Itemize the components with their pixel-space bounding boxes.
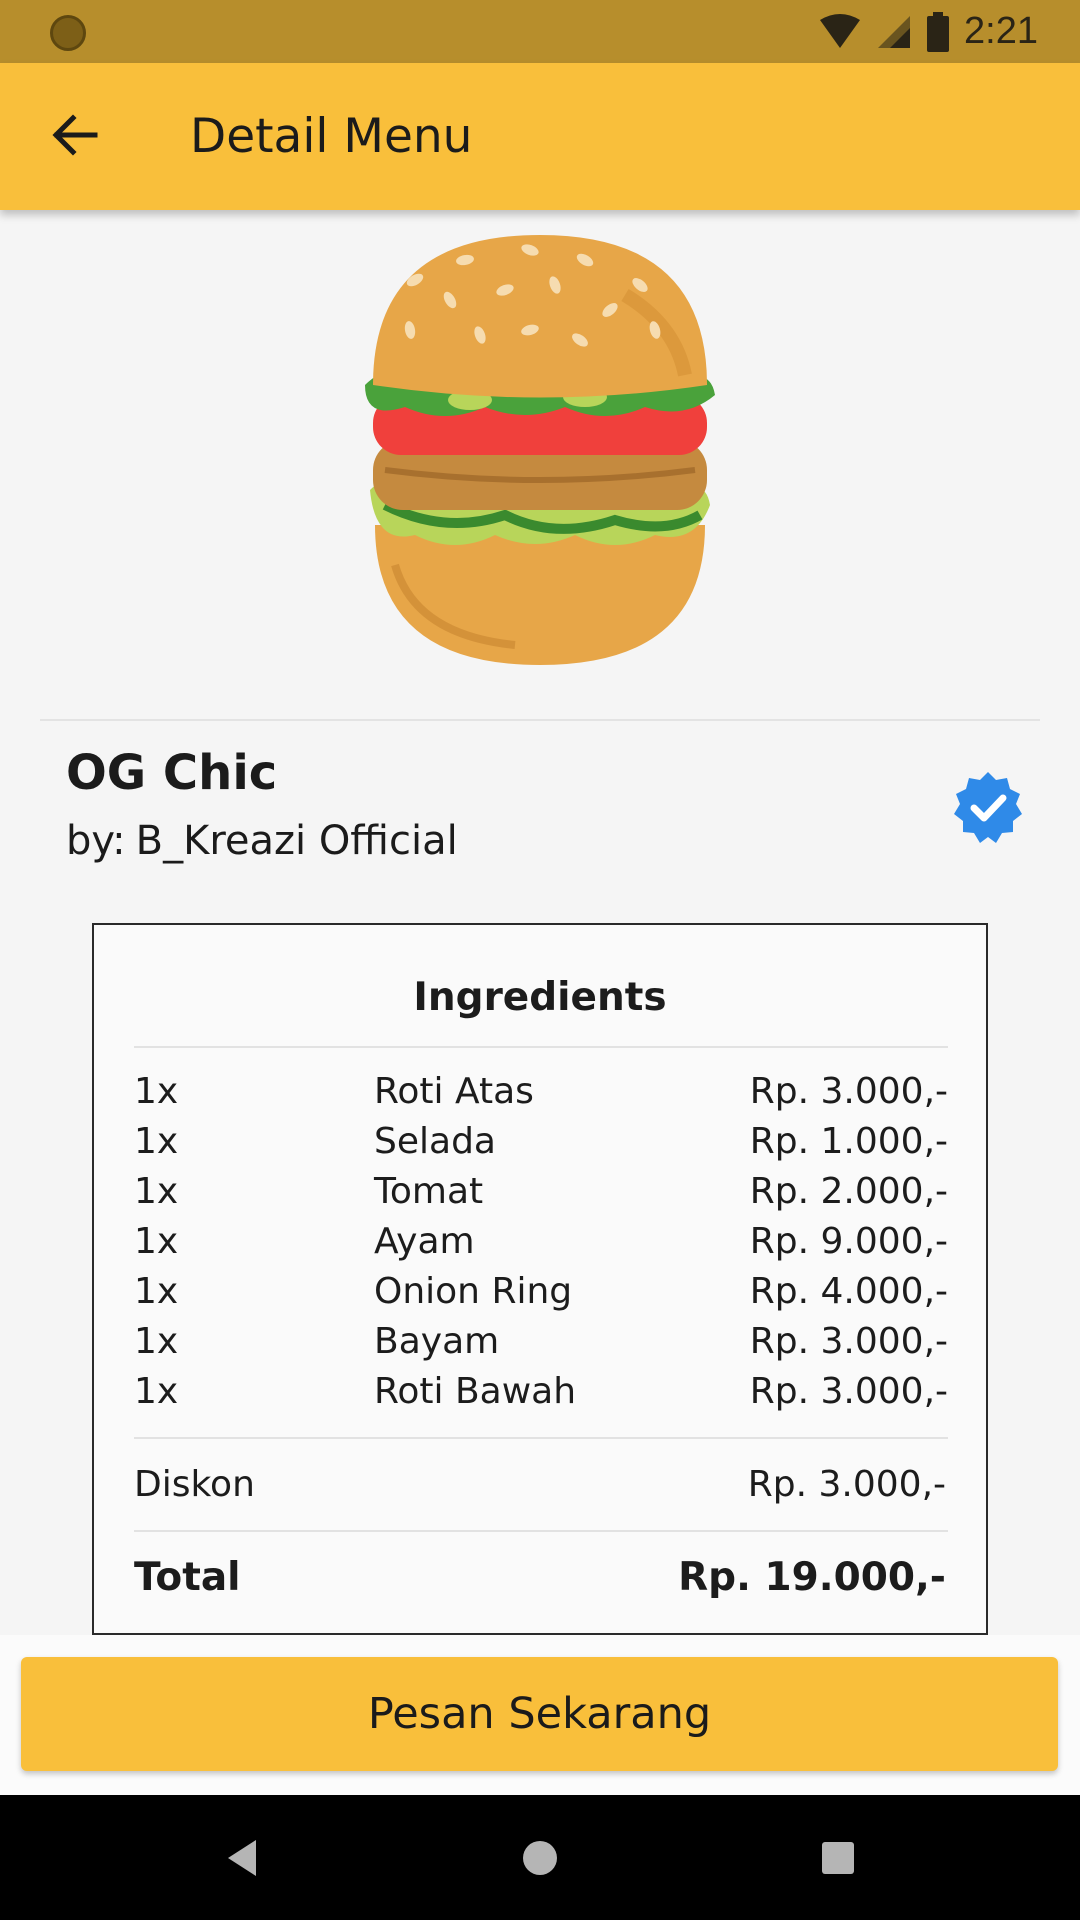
ingredient-name: Ayam bbox=[374, 1221, 475, 1262]
list-item: 1x Tomat Rp. 2.000,- bbox=[134, 1171, 948, 1221]
list-item: 1x Roti Bawah Rp. 3.000,- bbox=[134, 1371, 948, 1421]
menu-author: by: B_Kreazi Official bbox=[66, 818, 458, 864]
ingredient-name: Selada bbox=[374, 1121, 496, 1162]
status-bar: 2:21 bbox=[0, 0, 1080, 63]
ingredient-price: Rp. 2.000,- bbox=[749, 1171, 948, 1212]
discount-value: Rp. 3.000,- bbox=[747, 1464, 946, 1505]
divider bbox=[134, 1437, 948, 1439]
nav-home-button[interactable] bbox=[480, 1795, 600, 1920]
author-name: B_Kreazi Official bbox=[135, 818, 458, 864]
ingredient-price: Rp. 3.000,- bbox=[749, 1371, 948, 1412]
total-value: Rp. 19.000,- bbox=[678, 1555, 946, 1600]
ingredient-name: Onion Ring bbox=[374, 1271, 573, 1312]
ingredients-card: Ingredients 1x Roti Atas Rp. 3.000,- 1x … bbox=[92, 923, 988, 1635]
arrow-left-icon bbox=[52, 114, 98, 156]
ingredient-list: 1x Roti Atas Rp. 3.000,- 1x Selada Rp. 1… bbox=[134, 1071, 948, 1421]
list-item: 1x Selada Rp. 1.000,- bbox=[134, 1121, 948, 1171]
ingredient-qty: 1x bbox=[134, 1271, 179, 1312]
divider bbox=[134, 1046, 948, 1048]
burger-image bbox=[355, 235, 725, 675]
ingredient-price: Rp. 9.000,- bbox=[749, 1221, 948, 1262]
status-time: 2:21 bbox=[964, 10, 1038, 52]
system-nav-bar bbox=[0, 1795, 1080, 1920]
signal-icon bbox=[878, 15, 911, 48]
ingredient-name: Tomat bbox=[374, 1171, 484, 1212]
total-label: Total bbox=[134, 1555, 241, 1600]
ingredient-price: Rp. 4.000,- bbox=[749, 1271, 948, 1312]
ingredient-qty: 1x bbox=[134, 1121, 179, 1162]
status-icons: 2:21 bbox=[818, 0, 1038, 63]
list-item: 1x Bayam Rp. 3.000,- bbox=[134, 1321, 948, 1371]
ingredient-qty: 1x bbox=[134, 1071, 179, 1112]
ingredient-qty: 1x bbox=[134, 1321, 179, 1362]
page-title: Detail Menu bbox=[190, 109, 473, 164]
ingredient-name: Roti Bawah bbox=[374, 1371, 577, 1412]
ingredient-qty: 1x bbox=[134, 1171, 179, 1212]
ingredient-price: Rp. 3.000,- bbox=[749, 1071, 948, 1112]
ingredient-price: Rp. 1.000,- bbox=[749, 1121, 948, 1162]
menu-name: OG Chic bbox=[66, 745, 278, 801]
divider bbox=[40, 719, 1040, 721]
app-bar: Detail Menu bbox=[0, 63, 1080, 210]
ingredient-qty: 1x bbox=[134, 1221, 179, 1262]
nav-recents-button[interactable] bbox=[778, 1795, 898, 1920]
list-item: 1x Roti Atas Rp. 3.000,- bbox=[134, 1071, 948, 1121]
divider bbox=[134, 1530, 948, 1532]
list-item: 1x Ayam Rp. 9.000,- bbox=[134, 1221, 948, 1271]
discount-label: Diskon bbox=[134, 1464, 255, 1505]
menu-detail-content: OG Chic by: B_Kreazi Official Ingredient… bbox=[0, 210, 1080, 1635]
nav-back-button[interactable] bbox=[182, 1795, 302, 1920]
list-item: 1x Onion Ring Rp. 4.000,- bbox=[134, 1271, 948, 1321]
ingredients-title: Ingredients bbox=[413, 975, 667, 1020]
verified-badge-icon bbox=[950, 770, 1026, 846]
notification-dot-icon bbox=[50, 15, 86, 51]
wifi-icon bbox=[820, 13, 861, 48]
home-circle-icon bbox=[523, 1840, 557, 1875]
recents-square-icon bbox=[822, 1841, 854, 1874]
ingredient-price: Rp. 3.000,- bbox=[749, 1321, 948, 1362]
ingredient-name: Roti Atas bbox=[374, 1071, 534, 1112]
back-triangle-icon bbox=[228, 1839, 256, 1876]
order-now-button[interactable]: Pesan Sekarang bbox=[21, 1657, 1058, 1771]
ingredient-qty: 1x bbox=[134, 1371, 179, 1412]
ingredient-name: Bayam bbox=[374, 1321, 500, 1362]
back-button[interactable] bbox=[34, 95, 114, 175]
author-prefix: by: bbox=[66, 818, 126, 864]
battery-icon bbox=[927, 11, 950, 52]
